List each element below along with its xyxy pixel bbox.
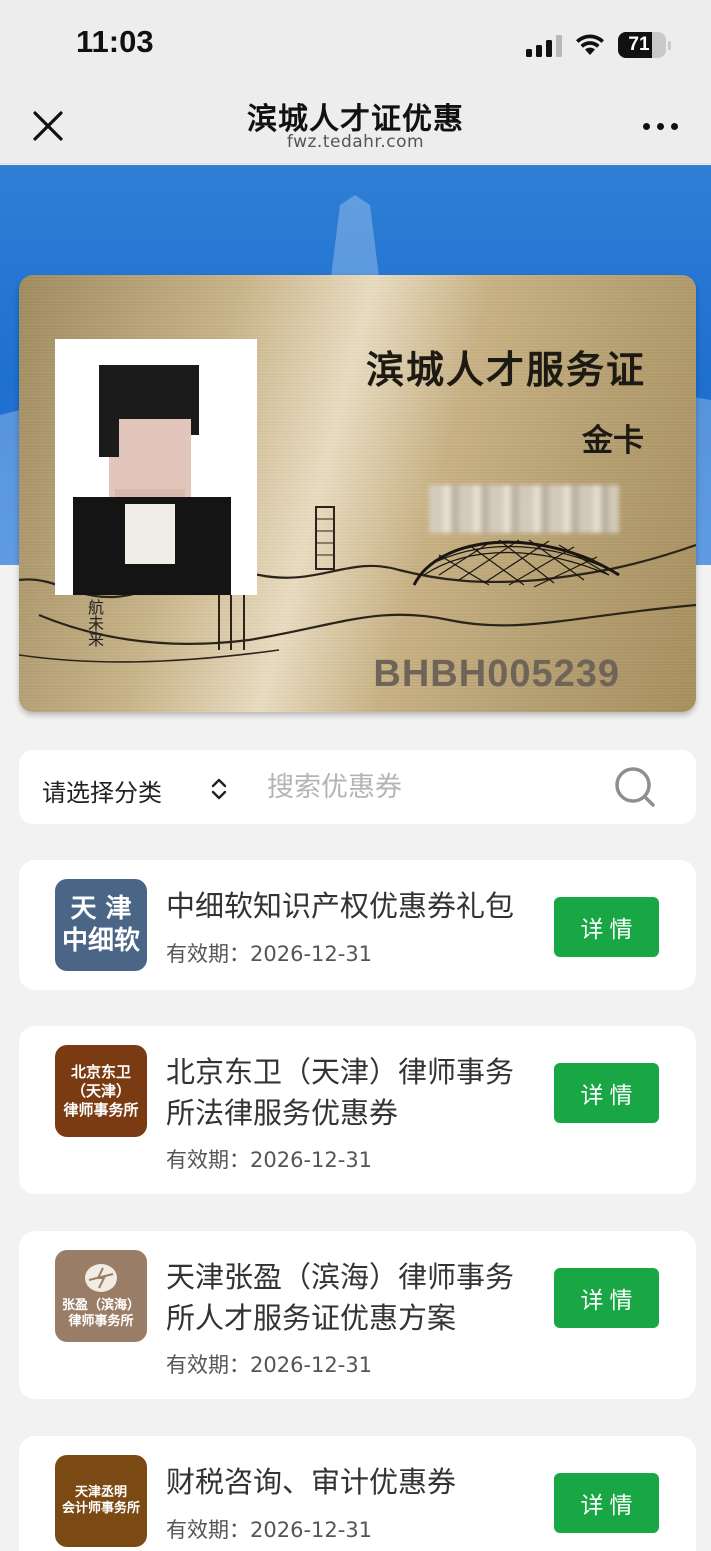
coupon-expiry: 有效期：2026-12-31 bbox=[166, 1518, 373, 1542]
select-arrows-icon[interactable] bbox=[207, 775, 231, 803]
search-input[interactable] bbox=[267, 762, 597, 812]
wifi-icon bbox=[576, 34, 604, 55]
card-number: BHBH005239 bbox=[373, 653, 620, 695]
page-url: fwz.tedahr.com bbox=[286, 132, 425, 152]
coupon-logo: 天津丞明 会计师事务所 bbox=[55, 1455, 147, 1547]
status-icons: 71 bbox=[526, 28, 671, 62]
coupon-expiry: 有效期：2026-12-31 bbox=[166, 1148, 373, 1172]
coupon-card[interactable]: 天 津 中细软 中细软知识产权优惠券礼包 有效期：2026-12-31 详情 bbox=[19, 860, 696, 990]
id-photo bbox=[55, 339, 257, 595]
coupon-expiry: 有效期：2026-12-31 bbox=[166, 942, 373, 966]
detail-button[interactable]: 详情 bbox=[554, 1473, 659, 1533]
status-bar: 11:03 71 bbox=[0, 0, 711, 86]
coupon-card[interactable]: 天津丞明 会计师事务所 财税咨询、审计优惠券 有效期：2026-12-31 详情 bbox=[19, 1436, 696, 1551]
search-bar: 请选择分类 bbox=[19, 750, 696, 824]
card-holder-name-redacted bbox=[429, 485, 619, 533]
coupon-title: 财税咨询、审计优惠券 bbox=[166, 1465, 457, 1499]
coupon-logo: 张盈（滨海） 律师事务所 bbox=[55, 1250, 147, 1342]
card-signature: 航未来 bbox=[85, 599, 104, 647]
coupon-card[interactable]: 张盈（滨海） 律师事务所 天津张盈（滨海）律师事务所人才服务证优惠方案 有效期：… bbox=[19, 1231, 696, 1399]
coupon-title: 中细软知识产权优惠券礼包 bbox=[166, 889, 515, 923]
coupon-logo: 北京东卫 （天津） 律师事务所 bbox=[55, 1045, 147, 1137]
battery-level: 71 bbox=[628, 34, 650, 55]
detail-button[interactable]: 详情 bbox=[554, 1268, 659, 1328]
category-select[interactable]: 请选择分类 bbox=[42, 773, 162, 808]
coupon-logo: 天 津 中细软 bbox=[55, 879, 147, 971]
status-time: 11:03 bbox=[76, 24, 154, 59]
law-firm-emblem-icon bbox=[85, 1264, 117, 1292]
talent-card: 滨城人才服务证 金卡 航未来 BHBH005239 bbox=[19, 275, 696, 712]
more-icon[interactable] bbox=[643, 116, 683, 136]
battery-icon: 71 bbox=[618, 32, 666, 58]
detail-button[interactable]: 详情 bbox=[554, 1063, 659, 1123]
card-title: 滨城人才服务证 bbox=[365, 348, 646, 392]
coupon-expiry: 有效期：2026-12-31 bbox=[166, 1353, 373, 1377]
card-level: 金卡 bbox=[582, 423, 644, 459]
coupon-title: 北京东卫（天津）律师事务所法律服务优惠券 bbox=[166, 1055, 515, 1130]
coupon-title: 天津张盈（滨海）律师事务所人才服务证优惠方案 bbox=[166, 1260, 515, 1335]
coupon-card[interactable]: 北京东卫 （天津） 律师事务所 北京东卫（天津）律师事务所法律服务优惠券 有效期… bbox=[19, 1026, 696, 1194]
search-icon[interactable] bbox=[613, 765, 657, 809]
signal-icon bbox=[526, 33, 562, 57]
nav-bar: 滨城人才证优惠 fwz.tedahr.com bbox=[0, 86, 711, 164]
detail-button[interactable]: 详情 bbox=[554, 897, 659, 957]
